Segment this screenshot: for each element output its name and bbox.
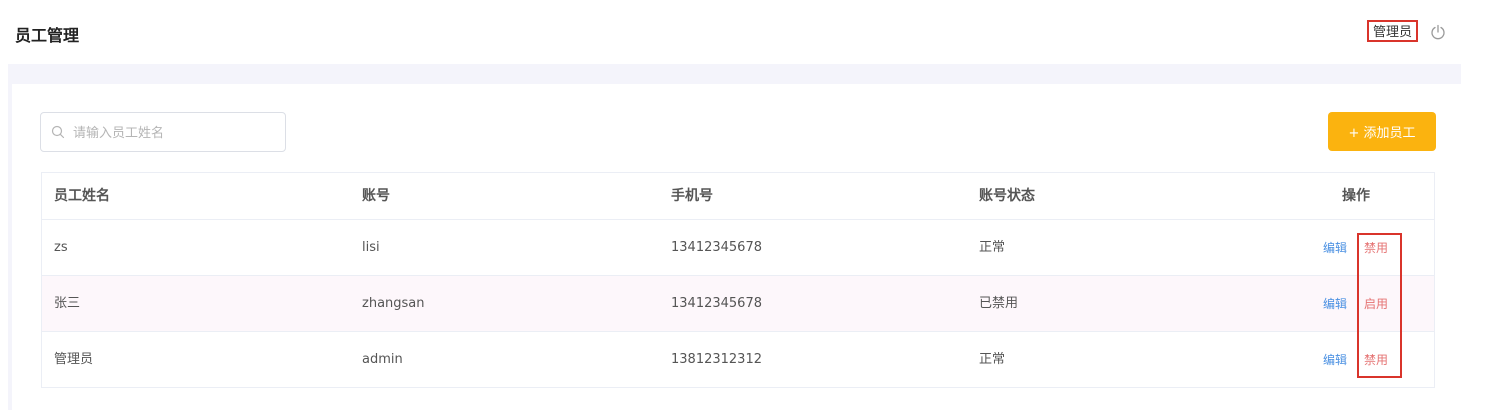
cell-name: zs	[54, 240, 68, 255]
table-row: 张三 zhangsan 13412345678 已禁用 编辑 启用	[42, 276, 1434, 332]
cell-account: zhangsan	[362, 296, 425, 311]
column-header-phone: 手机号	[671, 188, 713, 204]
cell-status: 已禁用	[979, 296, 1019, 311]
cell-name: 管理员	[54, 352, 94, 367]
enable-link[interactable]: 启用	[1364, 276, 1388, 332]
cell-status: 正常	[979, 240, 1006, 255]
disable-link[interactable]: 禁用	[1364, 220, 1388, 276]
table-header: 员工姓名 账号 手机号 账号状态 操作	[42, 173, 1434, 220]
column-header-name: 员工姓名	[54, 188, 110, 204]
edit-link[interactable]: 编辑	[1323, 276, 1347, 332]
cell-account: lisi	[362, 240, 380, 255]
table-row: zs lisi 13412345678 正常 编辑 禁用	[42, 220, 1434, 276]
header: 员工管理 管理员	[0, 0, 1496, 64]
column-header-account: 账号	[362, 188, 390, 204]
disable-link[interactable]: 禁用	[1364, 332, 1388, 388]
current-user-name[interactable]: 管理员	[1367, 20, 1419, 42]
search-input[interactable]	[71, 113, 275, 153]
cell-phone: 13412345678	[671, 296, 762, 311]
add-employee-button[interactable]: + 添加员工	[1328, 112, 1436, 151]
edit-link[interactable]: 编辑	[1323, 220, 1347, 276]
page-title: 员工管理	[15, 26, 80, 45]
cell-status: 正常	[979, 352, 1006, 367]
employee-table: 员工姓名 账号 手机号 账号状态 操作 zs lisi 13412345678 …	[41, 172, 1435, 388]
cell-phone: 13812312312	[671, 352, 762, 367]
power-icon[interactable]	[1430, 24, 1446, 40]
cell-account: admin	[362, 352, 403, 367]
column-header-actions: 操作	[1342, 188, 1370, 204]
cell-name: 张三	[54, 296, 81, 311]
search-box[interactable]	[40, 112, 286, 153]
table-row: 管理员 admin 13812312312 正常 编辑 禁用	[42, 332, 1434, 388]
cell-phone: 13412345678	[671, 240, 762, 255]
edit-link[interactable]: 编辑	[1323, 332, 1347, 388]
column-header-status: 账号状态	[979, 188, 1035, 204]
search-icon	[51, 125, 65, 139]
